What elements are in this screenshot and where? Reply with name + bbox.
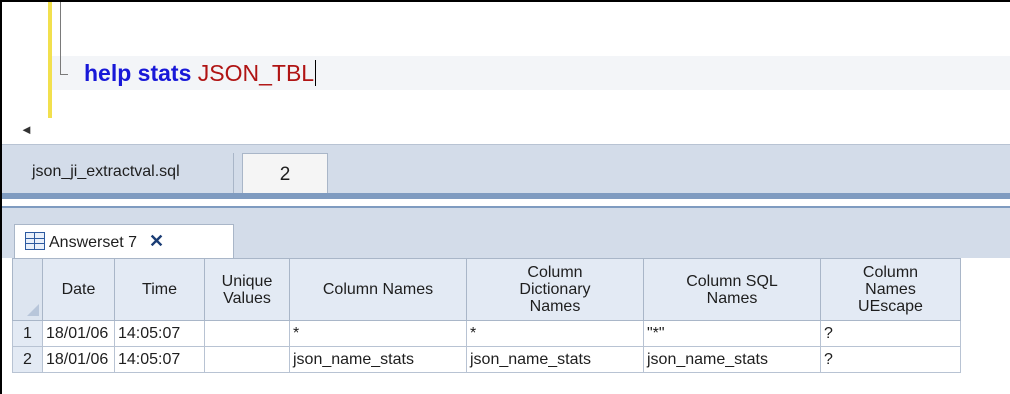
tab-strip-divider xyxy=(2,193,1010,199)
results-table: Date Time Unique Values Column Names Col… xyxy=(12,258,961,373)
table-row[interactable]: 2 18/01/06 14:05:07 json_name_stats json… xyxy=(12,346,961,373)
cell-time[interactable]: 14:05:07 xyxy=(114,320,205,347)
cell-date[interactable]: 18/01/06 xyxy=(42,320,115,347)
cell-date[interactable]: 18/01/06 xyxy=(42,346,115,373)
fold-guide xyxy=(60,2,61,74)
cell-time[interactable]: 14:05:07 xyxy=(114,346,205,373)
header-row: Date Time Unique Values Column Names Col… xyxy=(12,258,961,321)
cell-dictionary-names[interactable]: * xyxy=(466,320,644,347)
header-label: Time xyxy=(142,281,177,298)
close-icon[interactable]: ✕ xyxy=(149,231,164,252)
column-header-unique-values[interactable]: Unique Values xyxy=(204,258,290,321)
header-label: Column Dictionary Names xyxy=(519,264,591,315)
grid-icon xyxy=(25,232,45,250)
header-label: Column SQL Names xyxy=(686,272,778,307)
header-label: Unique Values xyxy=(221,272,273,307)
scroll-left-arrow-icon[interactable]: ◄ xyxy=(20,122,33,137)
cell-names-uescape[interactable]: ? xyxy=(820,320,961,347)
header-label: Column Names UEscape xyxy=(858,264,923,315)
column-header-column-names[interactable]: Column Names xyxy=(289,258,467,321)
tab-sql-file[interactable]: json_ji_extractval.sql xyxy=(22,153,234,193)
column-header-dictionary-names[interactable]: Column Dictionary Names xyxy=(466,258,644,321)
cell-names-uescape[interactable]: ? xyxy=(820,346,961,373)
result-tab-strip: Answerset 7 ✕ xyxy=(2,206,1010,260)
cell-sql-names[interactable]: json_name_stats xyxy=(643,346,821,373)
fold-guide-end xyxy=(60,74,68,75)
code-line[interactable]: help stats JSON_TBL xyxy=(84,58,317,88)
column-header-time[interactable]: Time xyxy=(114,258,205,321)
row-number[interactable]: 1 xyxy=(12,320,43,347)
text-caret xyxy=(315,60,317,86)
tab-2[interactable]: 2 xyxy=(242,153,328,193)
cell-column-names[interactable]: json_name_stats xyxy=(289,346,467,373)
row-number[interactable]: 2 xyxy=(12,346,43,373)
document-tab-strip: json_ji_extractval.sql 2 xyxy=(2,144,1010,199)
cell-unique-values[interactable] xyxy=(204,346,290,373)
column-header-sql-names[interactable]: Column SQL Names xyxy=(643,258,821,321)
answerset-label: Answerset 7 xyxy=(49,234,138,251)
column-header-date[interactable]: Date xyxy=(42,258,115,321)
sql-keyword: help stats xyxy=(84,60,192,86)
header-label: Column Names xyxy=(322,281,434,298)
tab-answerset[interactable]: Answerset 7 ✕ xyxy=(14,224,234,260)
horizontal-scrollbar[interactable] xyxy=(2,118,1010,146)
column-header-names-uescape[interactable]: Column Names UEscape xyxy=(820,258,961,321)
results-grid[interactable]: Date Time Unique Values Column Names Col… xyxy=(12,258,1010,394)
header-label: Date xyxy=(61,281,96,298)
cell-column-names[interactable]: * xyxy=(289,320,467,347)
cell-sql-names[interactable]: "*" xyxy=(643,320,821,347)
sql-identifier: JSON_TBL xyxy=(197,60,315,86)
select-all-corner[interactable] xyxy=(12,258,43,321)
sql-editor[interactable]: help stats JSON_TBL ◄ xyxy=(2,2,1010,146)
cell-unique-values[interactable] xyxy=(204,320,290,347)
cell-dictionary-names[interactable]: json_name_stats xyxy=(466,346,644,373)
table-row[interactable]: 1 18/01/06 14:05:07 * * "*" ? xyxy=(12,320,961,347)
